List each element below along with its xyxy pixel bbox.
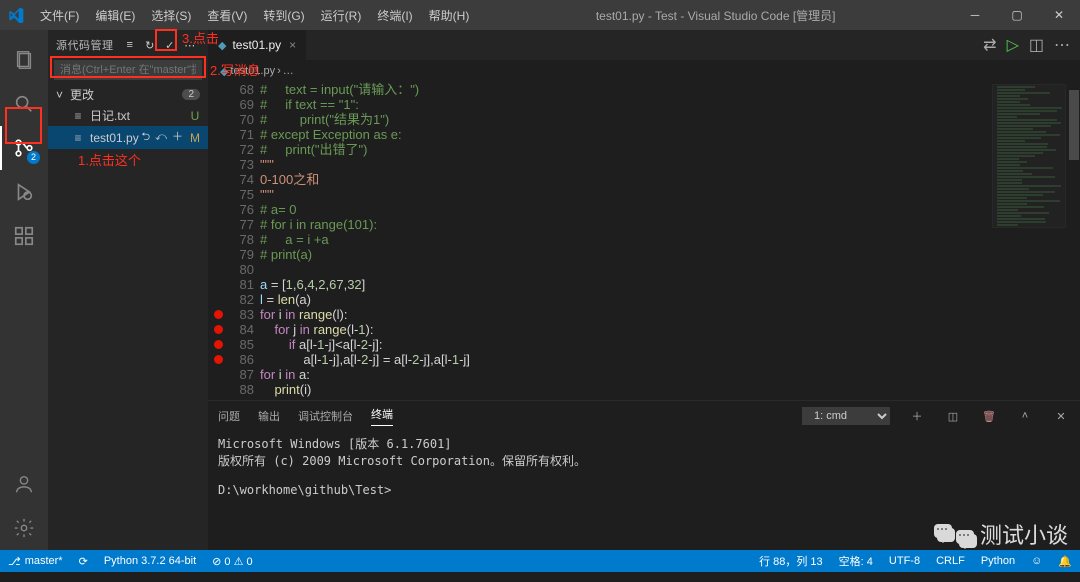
feedback-icon[interactable]: ☺ xyxy=(1023,555,1050,567)
editor-tabs: ◆ test01.py × ⇄ ▷ ◫ ⋯ xyxy=(208,30,1080,60)
sidebar-title: 源代码管理 xyxy=(56,37,114,53)
scm-badge: 2 xyxy=(27,151,40,164)
code-editor[interactable]: 6869707172737475767778798081828384858687… xyxy=(208,82,1080,400)
eol[interactable]: CRLF xyxy=(928,555,973,567)
split-terminal-icon[interactable]: ◫ xyxy=(944,410,962,423)
language-mode[interactable]: Python xyxy=(973,555,1023,567)
panel: 问题 输出 调试控制台 终端 1: cmd ＋ ◫ 🗑 ˄ ✕ Microsoft W… xyxy=(208,400,1080,550)
file-actions[interactable]: ⮌ ⤺ ＋ xyxy=(141,128,184,147)
sidebar-scm: 源代码管理 ≡ ↻ ✓ ⋯ ˅ 更改 2 ≡日记.txtU≡test01.py⮌… xyxy=(48,30,208,550)
run-icon[interactable]: ▷ xyxy=(1007,35,1019,55)
titlebar: 文件(F)编辑(E)选择(S)查看(V)转到(G)运行(R)终端(I)帮助(H)… xyxy=(0,0,1080,30)
encoding[interactable]: UTF-8 xyxy=(881,555,928,567)
source-control-icon[interactable]: 2 xyxy=(0,126,48,170)
git-branch[interactable]: ⎇ master* xyxy=(0,555,71,568)
breadcrumb[interactable]: ◆ test01.py › … xyxy=(208,60,1080,82)
menu-item[interactable]: 文件(F) xyxy=(32,7,87,24)
refresh-icon[interactable]: ↻ xyxy=(140,39,160,52)
panel-tab[interactable]: 输出 xyxy=(258,408,280,424)
gear-icon[interactable] xyxy=(0,506,48,550)
compare-changes-icon[interactable]: ⇄ xyxy=(983,35,996,55)
git-sync[interactable]: ⟳ xyxy=(71,555,96,568)
file-icon: ≡ xyxy=(70,109,86,123)
notifications-icon[interactable]: 🔔 xyxy=(1050,555,1080,568)
more-actions-icon[interactable]: ⋯ xyxy=(1054,35,1070,55)
file-status: U xyxy=(188,109,202,123)
commit-message-box[interactable] xyxy=(54,60,202,80)
explorer-icon[interactable] xyxy=(0,38,48,82)
menu-item[interactable]: 终端(I) xyxy=(369,7,420,24)
chevron-down-icon: ˅ xyxy=(56,88,70,102)
menu-item[interactable]: 选择(S) xyxy=(143,7,199,24)
problems-status[interactable]: ⊘ 0 ⚠ 0 xyxy=(204,555,260,568)
menu-item[interactable]: 编辑(E) xyxy=(87,7,143,24)
indentation[interactable]: 空格: 4 xyxy=(831,553,881,569)
menu-item[interactable]: 帮助(H) xyxy=(421,7,478,24)
close-button[interactable]: ✕ xyxy=(1038,0,1080,30)
vscode-logo-icon xyxy=(0,7,32,23)
file-status: M xyxy=(188,131,202,145)
commit-button[interactable]: ✓ xyxy=(160,39,180,52)
split-editor-icon[interactable]: ◫ xyxy=(1029,35,1044,55)
maximize-button[interactable]: ▢ xyxy=(996,0,1038,30)
python-file-icon: ◆ xyxy=(218,39,226,52)
panel-tab[interactable]: 问题 xyxy=(218,408,240,424)
python-env[interactable]: Python 3.7.2 64-bit xyxy=(96,555,204,567)
run-debug-icon[interactable] xyxy=(0,170,48,214)
menu-item[interactable]: 运行(R) xyxy=(313,7,370,24)
changed-file[interactable]: ≡日记.txtU xyxy=(48,105,208,126)
maximize-panel-icon[interactable]: ˄ xyxy=(1016,410,1034,422)
changes-count: 2 xyxy=(182,89,200,100)
new-terminal-icon[interactable]: ＋ xyxy=(908,408,926,424)
main-menu: 文件(F)编辑(E)选择(S)查看(V)转到(G)运行(R)终端(I)帮助(H) xyxy=(32,7,477,24)
tab-test01[interactable]: ◆ test01.py × xyxy=(208,30,307,60)
changes-list: ≡日记.txtU≡test01.py⮌ ⤺ ＋M xyxy=(48,105,208,149)
kill-terminal-icon[interactable]: 🗑 xyxy=(980,410,998,423)
search-icon[interactable] xyxy=(0,82,48,126)
close-tab-icon[interactable]: × xyxy=(289,38,296,52)
cursor-position[interactable]: 行 88，列 13 xyxy=(751,553,831,569)
terminal[interactable]: Microsoft Windows [版本 6.1.7601] 版权所有 (c)… xyxy=(208,431,1080,550)
terminal-selector[interactable]: 1: cmd xyxy=(802,407,890,425)
commit-message-input[interactable] xyxy=(54,60,202,80)
panel-tab[interactable]: 调试控制台 xyxy=(298,408,353,424)
window-title: test01.py - Test - Visual Studio Code [管… xyxy=(477,7,954,24)
activity-bar: 2 xyxy=(0,30,48,550)
menu-item[interactable]: 转到(G) xyxy=(255,7,312,24)
minimize-button[interactable]: ─ xyxy=(954,0,996,30)
minimap[interactable] xyxy=(992,84,1066,228)
more-icon[interactable]: ⋯ xyxy=(180,39,200,52)
close-panel-icon[interactable]: ✕ xyxy=(1052,410,1070,423)
file-icon: ≡ xyxy=(70,131,86,145)
status-bar: ⎇ master* ⟳ Python 3.7.2 64-bit ⊘ 0 ⚠ 0 … xyxy=(0,550,1080,572)
changed-file[interactable]: ≡test01.py⮌ ⤺ ＋M xyxy=(48,126,208,149)
extensions-icon[interactable] xyxy=(0,214,48,258)
scrollbar-vertical[interactable] xyxy=(1068,82,1080,400)
view-tree-icon[interactable]: ≡ xyxy=(120,39,140,51)
changes-section[interactable]: ˅ 更改 2 xyxy=(48,84,208,105)
account-icon[interactable] xyxy=(0,462,48,506)
python-file-icon: ◆ xyxy=(220,65,228,78)
panel-tab[interactable]: 终端 xyxy=(371,406,393,426)
editor-area: ◆ test01.py × ⇄ ▷ ◫ ⋯ ◆ test01.py › … 68… xyxy=(208,30,1080,550)
menu-item[interactable]: 查看(V) xyxy=(199,7,255,24)
